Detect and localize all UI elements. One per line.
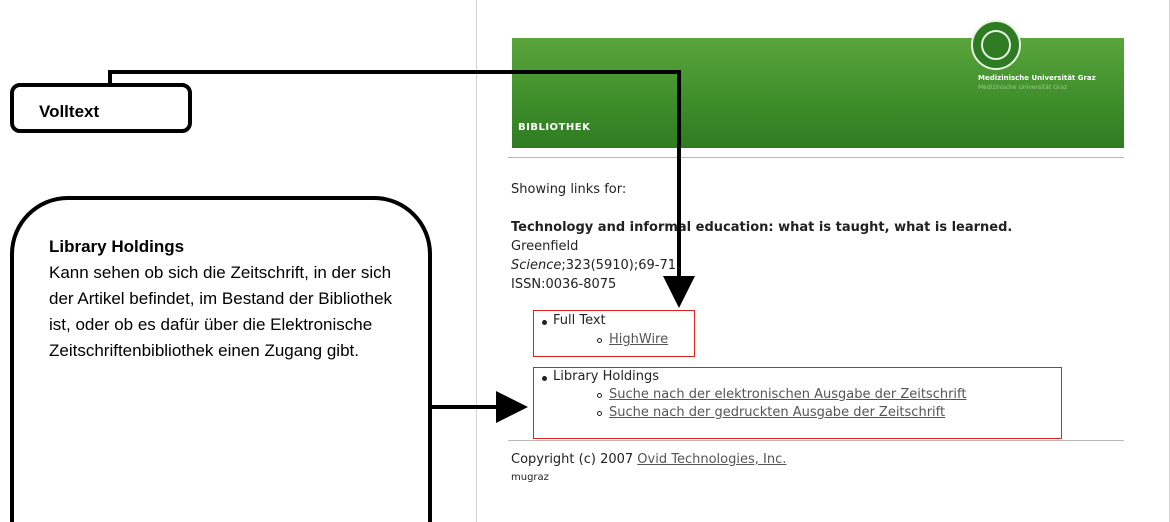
annotation-arrows	[108, 70, 695, 423]
volltext-arrow	[108, 70, 695, 308]
